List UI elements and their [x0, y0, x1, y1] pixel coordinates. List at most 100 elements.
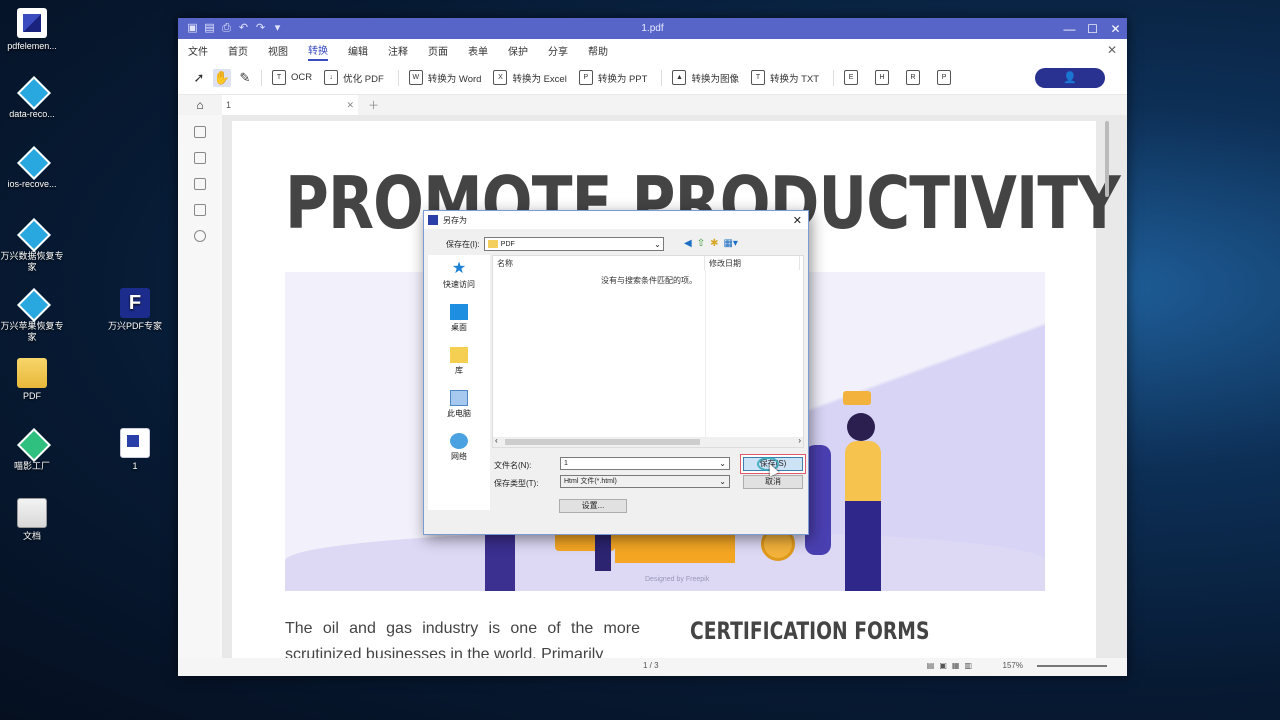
- desktop-icon-wondershare-ios-recovery[interactable]: 万兴苹果恢复专家: [0, 288, 64, 343]
- desktop-icon-pdf-expert[interactable]: 万兴PDF专家: [103, 288, 167, 332]
- toolbar-divider: [661, 69, 663, 86]
- menu-protect[interactable]: 保护: [508, 41, 528, 60]
- save-in-dropdown[interactable]: PDF ⌄: [483, 237, 664, 251]
- minimize-button[interactable]: —: [1058, 22, 1081, 36]
- zoom-slider[interactable]: [1037, 665, 1107, 667]
- close-button[interactable]: ✕: [1104, 22, 1127, 36]
- vertical-scrollbar[interactable]: [1105, 121, 1109, 197]
- menu-comment[interactable]: 注释: [388, 41, 408, 60]
- select-tool-icon[interactable]: ➚: [190, 69, 208, 87]
- desktop-icon-wondershare-data-recovery[interactable]: 万兴数据恢复专家: [0, 218, 64, 273]
- file-list[interactable]: 名称 修改日期 没有与搜索条件匹配的项。 ‹ ›: [492, 255, 804, 448]
- back-icon[interactable]: ◀: [684, 238, 692, 249]
- place-this-pc[interactable]: 此电脑: [428, 390, 490, 427]
- place-desktop[interactable]: 桌面: [428, 304, 490, 341]
- toolbar-divider: [261, 69, 262, 86]
- menu-view[interactable]: 视图: [268, 41, 288, 60]
- place-library[interactable]: 库: [428, 347, 490, 384]
- convert-to-pdfa-button[interactable]: P: [937, 70, 956, 85]
- column-name-header[interactable]: 名称: [493, 256, 705, 270]
- home-icon[interactable]: ⌂: [178, 98, 222, 112]
- new-tab-icon[interactable]: ＋: [368, 97, 379, 113]
- convert-to-ppt-button[interactable]: P 转换为 PPT: [578, 70, 647, 85]
- places-bar: ★ 快速访问 桌面 库 此电脑 网络: [428, 255, 490, 510]
- menu-share[interactable]: 分享: [548, 41, 568, 60]
- undo-icon[interactable]: ↶: [237, 22, 250, 35]
- menu-home[interactable]: 首页: [228, 41, 248, 60]
- print-icon[interactable]: ⎙: [220, 22, 233, 35]
- desktop-icon-archive[interactable]: 文档: [0, 498, 64, 542]
- convert-to-word-button[interactable]: W 转换为 Word: [408, 70, 481, 85]
- document-tab[interactable]: 1 ✕: [222, 95, 358, 115]
- attachment-icon[interactable]: [194, 204, 206, 216]
- bookmark-icon[interactable]: [194, 152, 206, 164]
- star-icon: ★: [451, 260, 467, 277]
- dialog-close-button[interactable]: ✕: [793, 214, 802, 227]
- scrollbar-thumb[interactable]: [505, 439, 700, 445]
- customize-dropdown-icon[interactable]: ▾: [271, 22, 284, 35]
- view-menu-icon[interactable]: ▦▾: [723, 238, 737, 249]
- place-quick-access[interactable]: ★ 快速访问: [428, 261, 490, 298]
- comment-icon[interactable]: [194, 178, 206, 190]
- menu-form[interactable]: 表单: [468, 41, 488, 60]
- filename-input[interactable]: 1 ⌄: [560, 457, 730, 470]
- optimize-pdf-button[interactable]: ↓ 优化 PDF: [324, 70, 384, 85]
- chevron-down-icon[interactable]: ⌄: [719, 458, 726, 469]
- scroll-right-icon[interactable]: ›: [798, 436, 801, 445]
- search-icon[interactable]: [194, 230, 206, 242]
- pdfelement-icon: [17, 8, 47, 38]
- close-document-icon[interactable]: ✕: [1107, 41, 1117, 59]
- convert-to-image-button[interactable]: ▲ 转换为图像: [672, 70, 739, 85]
- desktop-icon-ios-recovery[interactable]: ios-recove...: [0, 146, 64, 190]
- tab-close-icon[interactable]: ✕: [346, 100, 354, 111]
- illustration-pedestal: [615, 533, 735, 563]
- user-icon: 👤: [1063, 71, 1077, 84]
- convert-to-txt-button[interactable]: T 转换为 TXT: [750, 70, 820, 85]
- menu-page[interactable]: 页面: [428, 41, 448, 60]
- illustration-credit: Designed by Freepik: [645, 576, 710, 583]
- place-label: 网络: [451, 452, 467, 461]
- filename-label: 文件名(N):: [494, 461, 532, 470]
- maximize-button[interactable]: ☐: [1081, 22, 1104, 36]
- thumbnails-icon[interactable]: [194, 126, 206, 138]
- user-account-button[interactable]: 👤: [1035, 67, 1105, 88]
- ocr-button[interactable]: T OCR: [272, 70, 312, 85]
- save-in-value: PDF: [500, 240, 515, 248]
- view-mode-icons[interactable]: ▤▣▦▥: [927, 661, 977, 670]
- desktop-icon-pdfelement[interactable]: pdfelemen...: [0, 8, 64, 52]
- pdf-file-icon: [120, 428, 150, 458]
- menu-edit[interactable]: 编辑: [348, 41, 368, 60]
- convert-to-epub-button[interactable]: E: [844, 70, 863, 85]
- save-icon[interactable]: ▤: [203, 22, 216, 35]
- desktop-icon-pdf-file[interactable]: 1: [103, 428, 167, 472]
- convert-to-rtf-button[interactable]: R: [906, 70, 925, 85]
- up-folder-icon[interactable]: ⇧: [697, 238, 705, 249]
- menu-file[interactable]: 文件: [188, 41, 208, 60]
- tab-label: 1: [226, 100, 232, 110]
- page-indicator[interactable]: 1 / 3: [643, 661, 659, 670]
- convert-to-html-button[interactable]: H: [875, 70, 894, 85]
- column-modified-header[interactable]: 修改日期: [705, 256, 800, 270]
- filetype-dropdown[interactable]: Html 文件(*.html) ⌄: [560, 475, 730, 488]
- desktop-icon-pdf-folder[interactable]: PDF: [0, 358, 64, 402]
- horizontal-scrollbar[interactable]: ‹ ›: [493, 436, 803, 447]
- new-folder-icon[interactable]: ✱: [710, 238, 718, 249]
- app-logo-icon: [428, 215, 438, 225]
- edit-tool-icon[interactable]: ✎: [236, 69, 254, 87]
- scroll-left-icon[interactable]: ‹: [495, 436, 498, 445]
- menu-help[interactable]: 帮助: [588, 41, 608, 60]
- desktop-icon-filmora[interactable]: 喵影工厂: [0, 428, 64, 472]
- redo-icon[interactable]: ↷: [254, 22, 267, 35]
- convert-to-excel-button[interactable]: X 转换为 Excel: [493, 70, 567, 85]
- ocr-icon: T: [272, 70, 286, 85]
- desktop-icon-data-recovery[interactable]: data-reco...: [0, 76, 64, 120]
- to-txt-label: 转换为 TXT: [769, 73, 820, 85]
- pdf-expert-icon: [120, 288, 150, 318]
- settings-button[interactable]: 设置...: [559, 499, 627, 513]
- desktop-icon-label: PDF: [23, 391, 41, 401]
- menu-convert[interactable]: 转换: [308, 40, 328, 61]
- hand-tool-icon[interactable]: ✋: [213, 68, 231, 87]
- zoom-level[interactable]: 157%: [1003, 661, 1023, 670]
- place-network[interactable]: 网络: [428, 433, 490, 470]
- cancel-button[interactable]: 取消: [743, 475, 803, 489]
